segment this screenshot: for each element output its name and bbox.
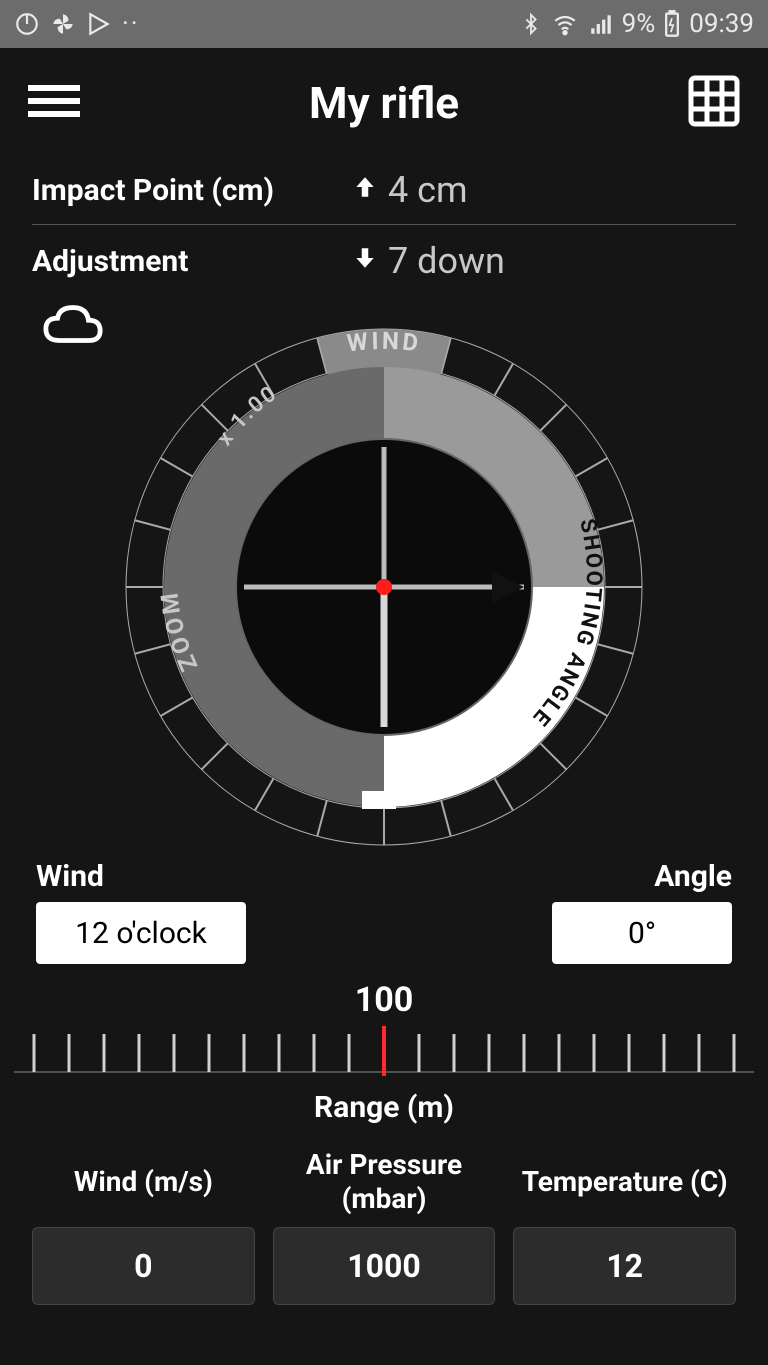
- adjustment-label: Adjustment: [32, 244, 352, 279]
- arrow-up-icon: [352, 169, 378, 211]
- bluetooth-icon: [520, 11, 542, 37]
- impact-point-label: Impact Point (cm): [32, 173, 352, 208]
- clock-text: 09:39: [689, 9, 754, 39]
- wind-speed-label: Wind (m/s): [74, 1147, 213, 1217]
- impact-point-row: Impact Point (cm) 4 cm: [32, 158, 736, 222]
- battery-icon: [663, 10, 681, 38]
- targeting-dial[interactable]: WIND ZOOM x 1.00 SHOOTING ANGLE: [84, 297, 684, 857]
- power-icon: [14, 11, 40, 37]
- wifi-icon: [550, 11, 580, 37]
- air-pressure-input[interactable]: 1000: [273, 1227, 496, 1305]
- wind-speed-input[interactable]: 0: [32, 1227, 255, 1305]
- angle-input[interactable]: 0°: [552, 902, 732, 964]
- impact-point-value: 4 cm: [388, 169, 468, 211]
- range-value: 100: [14, 980, 754, 1020]
- play-store-icon: [86, 11, 112, 37]
- wind-direction-label: Wind: [36, 859, 246, 894]
- range-slider[interactable]: [14, 1022, 754, 1082]
- air-pressure-label: Air Pressure (mbar): [273, 1147, 496, 1217]
- divider: [32, 224, 736, 225]
- temperature-label: Temperature (C): [522, 1147, 728, 1217]
- temperature-input[interactable]: 12: [513, 1227, 736, 1305]
- cloud-icon[interactable]: [42, 303, 104, 351]
- adjustment-value: 7 down: [388, 240, 505, 282]
- menu-button[interactable]: [28, 81, 80, 125]
- pinwheel-icon: [50, 11, 76, 37]
- more-icon: ··: [122, 9, 140, 39]
- grid-button[interactable]: [688, 75, 740, 131]
- status-bar: ·· 9% 09:39: [0, 0, 768, 48]
- page-title: My rifle: [309, 77, 459, 129]
- signal-icon: [588, 11, 614, 37]
- dial-wind-label: WIND: [346, 327, 423, 358]
- arrow-down-icon: [352, 240, 378, 282]
- angle-label: Angle: [654, 859, 732, 894]
- battery-percent: 9%: [622, 9, 656, 39]
- adjustment-row: Adjustment 7 down: [32, 229, 736, 293]
- svg-text:WIND: WIND: [346, 327, 423, 358]
- wind-direction-input[interactable]: 12 o'clock: [36, 902, 246, 964]
- app-header: My rifle: [0, 48, 768, 158]
- range-label: Range (m): [14, 1090, 754, 1125]
